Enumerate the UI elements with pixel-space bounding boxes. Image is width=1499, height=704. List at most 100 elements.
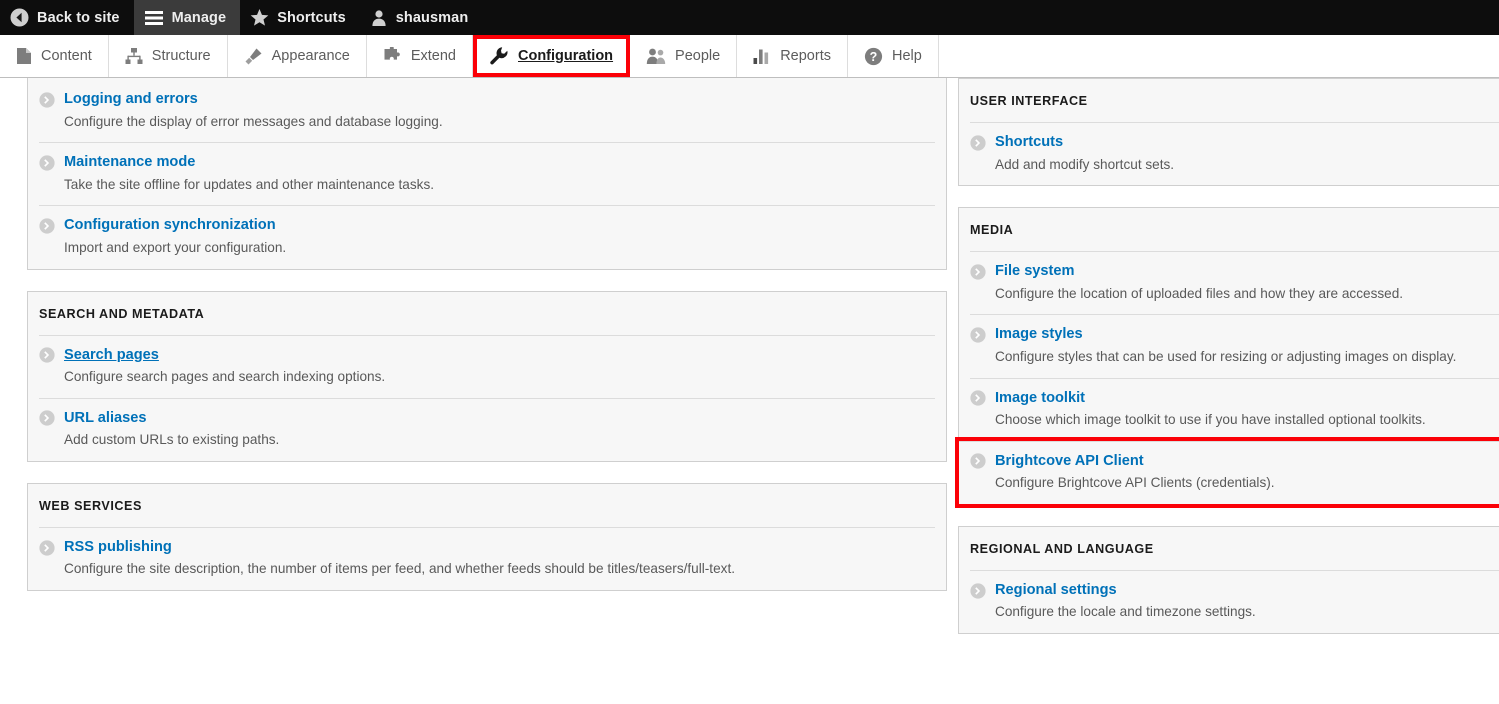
puzzle-piece-icon [383, 47, 402, 65]
toolbar-label: shausman [396, 10, 469, 26]
config-item-head: Brightcove API Client [970, 453, 1499, 471]
panel-item-list: Logging and errors Configure the display … [28, 80, 946, 269]
config-item-head: Regional settings [970, 582, 1499, 600]
tab-label: Content [41, 48, 92, 64]
tab-extend[interactable]: Extend [367, 35, 473, 77]
wrench-icon [489, 46, 509, 66]
panel-title: USER INTERFACE [959, 79, 1499, 122]
config-panel-user-interface: USER INTERFACE Shortcuts Add and modify sh… [958, 78, 1499, 186]
file-icon [16, 47, 32, 65]
panel-item-list: Shortcuts Add and modify shortcut sets. [959, 122, 1499, 185]
toolbar-item-manage[interactable]: Manage [134, 0, 241, 35]
config-item-description: Import and export your configuration. [39, 239, 935, 257]
config-item-rss-publishing[interactable]: RSS publishing Configure the site descrip… [39, 527, 935, 590]
chevron-right-circle-icon [39, 540, 55, 556]
config-item-description: Add and modify shortcut sets. [970, 156, 1499, 174]
config-item-link[interactable]: URL aliases [64, 410, 146, 428]
tab-content[interactable]: Content [0, 35, 109, 77]
tab-reports[interactable]: Reports [737, 35, 848, 77]
tab-label: Configuration [518, 48, 613, 64]
config-item-description: Configure the display of error messages … [39, 113, 935, 131]
tab-appearance[interactable]: Appearance [228, 35, 367, 77]
paintbrush-icon [244, 47, 263, 66]
tab-label: Structure [152, 48, 211, 64]
bar-chart-icon [753, 47, 771, 65]
star-icon [250, 8, 269, 27]
config-item-head: Configuration synchronization [39, 217, 935, 235]
config-item-link[interactable]: Regional settings [995, 582, 1117, 600]
config-item-link[interactable]: Configuration synchronization [64, 217, 276, 235]
toolbar-label: Back to site [37, 10, 120, 26]
tab-configuration[interactable]: Configuration [473, 35, 630, 77]
toolbar-item-shortcuts[interactable]: Shortcuts [240, 0, 360, 35]
config-item-link[interactable]: Shortcuts [995, 134, 1063, 152]
config-item-description: Add custom URLs to existing paths. [39, 431, 935, 449]
config-item-url-aliases[interactable]: URL aliases Add custom URLs to existing p… [39, 398, 935, 461]
config-panel-search-and-metadata: SEARCH AND METADATA Search pages Configure… [27, 291, 947, 462]
configuration-page: DEVELOPMENTLogging and errorsConfigure t… [0, 78, 1499, 704]
config-item-description: Configure search pages and search indexi… [39, 368, 935, 386]
config-item-description: Configure the site description, the numb… [39, 560, 935, 578]
config-item-description: Configure Brightcove API Clients (creden… [970, 474, 1499, 492]
toolbar-item-back-to-site[interactable]: Back to site [0, 0, 134, 35]
config-item-description: Configure the locale and timezone settin… [970, 603, 1499, 621]
panel-item-list: Regional settings Configure the locale an… [959, 570, 1499, 633]
chevron-right-circle-icon [39, 92, 55, 108]
config-item-head: Image styles [970, 326, 1499, 344]
tab-label: People [675, 48, 720, 64]
tab-help[interactable]: ? Help [848, 35, 939, 77]
config-panel-web-services: WEB SERVICESRSS publishingConfigure the … [27, 483, 947, 591]
tab-label: Reports [780, 48, 831, 64]
config-item-regional-settings[interactable]: Regional settings Configure the locale an… [970, 570, 1499, 633]
chevron-right-circle-icon [970, 583, 986, 599]
configuration-right-column: USER INTERFACE Shortcuts Add and modify sh… [958, 78, 1499, 655]
chevron-right-circle-icon [39, 347, 55, 363]
config-item-shortcuts[interactable]: Shortcuts Add and modify shortcut sets. [970, 122, 1499, 185]
config-item-link[interactable]: Maintenance mode [64, 154, 195, 172]
config-item-head: Logging and errors [39, 91, 935, 109]
config-item-link[interactable]: Brightcove API Client [995, 453, 1144, 471]
chevron-right-circle-icon [970, 135, 986, 151]
config-item-file-system[interactable]: File systemConfigure the location of upl… [970, 251, 1499, 314]
panel-item-list: Search pages Configure search pages and s… [28, 335, 946, 461]
config-item-head: Shortcuts [970, 134, 1499, 152]
toolbar-label: Manage [172, 10, 227, 26]
tab-label: Help [892, 48, 922, 64]
config-item-search-pages[interactable]: Search pages Configure search pages and s… [39, 335, 935, 398]
config-item-configuration-synchronization[interactable]: Configuration synchronization Import and … [39, 205, 935, 268]
config-panel-media: MEDIAFile systemConfigure the location o… [958, 207, 1499, 505]
tab-people[interactable]: People [630, 35, 737, 77]
chevron-right-circle-icon [970, 453, 986, 469]
config-item-maintenance-mode[interactable]: Maintenance mode Take the site offline fo… [39, 142, 935, 205]
config-item-description: Take the site offline for updates and ot… [39, 176, 935, 194]
configuration-left-column: DEVELOPMENTLogging and errorsConfigure t… [27, 78, 947, 612]
panel-item-list: RSS publishing Configure the site descrip… [28, 527, 946, 590]
config-item-image-styles[interactable]: Image stylesConfigure styles that can be… [970, 314, 1499, 377]
chevron-right-circle-icon [39, 155, 55, 171]
question-mark-circle-icon: ? [864, 47, 883, 66]
config-item-brightcove-api-client[interactable]: Brightcove API Client Configure Brightcov… [959, 441, 1499, 504]
panel-title: REGIONAL AND LANGUAGE [959, 527, 1499, 570]
config-item-link[interactable]: Search pages [64, 347, 159, 365]
config-item-link[interactable]: RSS publishing [64, 539, 172, 557]
toolbar-item-user-account[interactable]: shausman [360, 0, 483, 35]
admin-toolbar: Back to site Manage Shortcuts shausman [0, 0, 1499, 35]
panel-title: MEDIA [959, 208, 1499, 251]
panel-item-list: File systemConfigure the location of upl… [959, 251, 1499, 504]
user-account-icon [370, 9, 388, 27]
chevron-right-circle-icon [970, 327, 986, 343]
people-icon [646, 47, 666, 65]
config-item-link[interactable]: File system [995, 263, 1075, 281]
panel-title: SEARCH AND METADATA [28, 292, 946, 335]
tab-structure[interactable]: Structure [109, 35, 228, 77]
config-item-head: Search pages [39, 347, 935, 365]
config-item-logging-and-errors[interactable]: Logging and errors Configure the display … [39, 80, 935, 142]
config-item-link[interactable]: Image styles [995, 326, 1083, 344]
svg-text:?: ? [870, 50, 878, 64]
config-item-image-toolkit[interactable]: Image toolkit Choose which image toolkit … [970, 378, 1499, 441]
config-item-link[interactable]: Logging and errors [64, 91, 198, 109]
back-arrow-circle-icon [10, 8, 29, 27]
config-item-description: Choose which image toolkit to use if you… [970, 411, 1499, 429]
config-item-link[interactable]: Image toolkit [995, 390, 1085, 408]
config-panel-regional-and-language: REGIONAL AND LANGUAGE Regional settings Co… [958, 526, 1499, 634]
